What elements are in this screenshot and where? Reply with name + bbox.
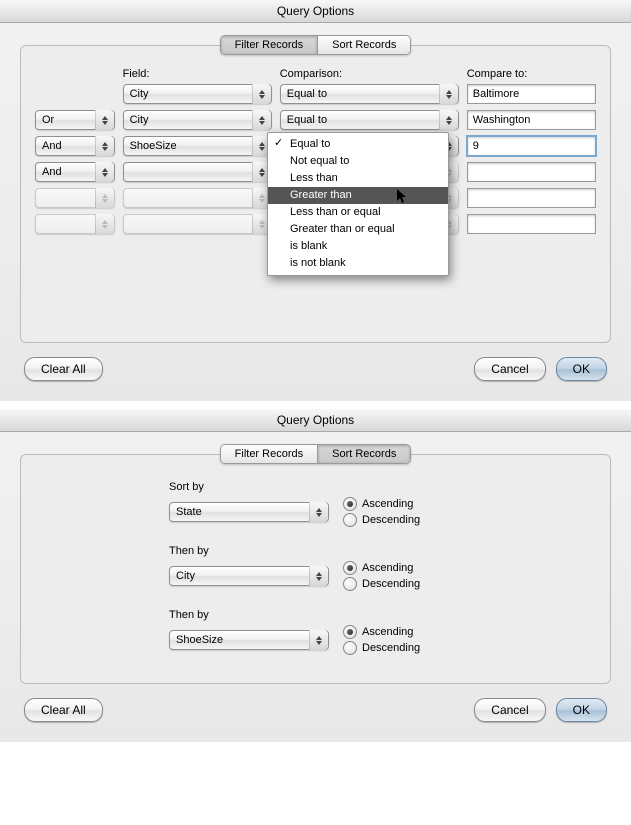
dropdown-option[interactable]: Greater than bbox=[268, 187, 448, 204]
field-select bbox=[123, 214, 272, 234]
field-select[interactable]: City bbox=[123, 84, 272, 104]
tab-sort-records[interactable]: Sort Records bbox=[317, 445, 410, 463]
logic-select[interactable]: And bbox=[35, 162, 115, 182]
updown-stepper-icon bbox=[252, 84, 271, 104]
filter-panel: Field: Comparison: Compare to: CityEqual… bbox=[20, 45, 611, 343]
tab-strip: Filter Records Sort Records bbox=[0, 432, 631, 464]
radio-label: Descending bbox=[362, 514, 420, 526]
compare-to-input[interactable] bbox=[467, 110, 596, 130]
radio-label: Ascending bbox=[362, 626, 413, 638]
updown-stepper-icon bbox=[95, 188, 114, 208]
filter-row: City Equal to bbox=[35, 84, 596, 104]
descending-radio[interactable]: Descending bbox=[343, 513, 420, 527]
dropdown-option[interactable]: Less than bbox=[268, 170, 448, 187]
compare-to-input[interactable] bbox=[467, 136, 596, 156]
compare-to-input[interactable] bbox=[467, 84, 596, 104]
then-by-row: Then by ShoeSize Ascending Descending bbox=[151, 609, 596, 655]
header-compare-to: Compare to: bbox=[467, 68, 596, 80]
dropdown-option[interactable]: is blank bbox=[268, 238, 448, 255]
tab-filter-records[interactable]: Filter Records bbox=[221, 36, 317, 54]
ok-button[interactable]: OK bbox=[556, 357, 607, 381]
dropdown-option[interactable]: is not blank bbox=[268, 255, 448, 272]
updown-stepper-icon bbox=[95, 136, 114, 156]
updown-stepper-icon bbox=[309, 566, 328, 586]
radio-icon bbox=[343, 641, 357, 655]
updown-stepper-icon bbox=[95, 214, 114, 234]
logic-select bbox=[35, 188, 115, 208]
descending-radio[interactable]: Descending bbox=[343, 641, 420, 655]
query-options-window-sort: Query Options Filter Records Sort Record… bbox=[0, 409, 631, 742]
logic-select[interactable]: And bbox=[35, 136, 115, 156]
radio-label: Ascending bbox=[362, 562, 413, 574]
updown-stepper-icon bbox=[95, 110, 114, 130]
clear-all-button[interactable]: Clear All bbox=[24, 698, 103, 722]
tab-sort-records[interactable]: Sort Records bbox=[317, 36, 410, 54]
dropdown-option[interactable]: Greater than or equal bbox=[268, 221, 448, 238]
sort-field-select[interactable]: ShoeSize bbox=[169, 630, 329, 650]
field-select[interactable]: ShoeSize bbox=[123, 136, 272, 156]
radio-icon bbox=[343, 625, 357, 639]
updown-stepper-icon bbox=[309, 502, 328, 522]
cancel-button[interactable]: Cancel bbox=[474, 357, 545, 381]
tab-filter-records[interactable]: Filter Records bbox=[221, 445, 317, 463]
compare-to-input[interactable] bbox=[467, 188, 596, 208]
ascending-radio[interactable]: Ascending bbox=[343, 497, 420, 511]
radio-icon bbox=[343, 561, 357, 575]
field-select[interactable]: City bbox=[123, 110, 272, 130]
sort-by-row: Sort by State Ascending Descending bbox=[151, 481, 596, 527]
field-select bbox=[123, 188, 272, 208]
field-select[interactable] bbox=[123, 162, 272, 182]
radio-icon bbox=[343, 497, 357, 511]
clear-all-button[interactable]: Clear All bbox=[24, 357, 103, 381]
updown-stepper-icon bbox=[95, 162, 114, 182]
comparison-select[interactable]: Equal to bbox=[280, 110, 459, 130]
filter-row: Or City Equal to bbox=[35, 110, 596, 130]
sort-panel: Sort by State Ascending Descending Then by Ci… bbox=[20, 454, 611, 684]
sort-by-label: Sort by bbox=[169, 481, 596, 493]
radio-icon bbox=[343, 513, 357, 527]
sort-field-select[interactable]: State bbox=[169, 502, 329, 522]
updown-stepper-icon bbox=[252, 110, 271, 130]
compare-to-input[interactable] bbox=[467, 214, 596, 234]
radio-label: Descending bbox=[362, 578, 420, 590]
ascending-radio[interactable]: Ascending bbox=[343, 561, 420, 575]
dropdown-option[interactable]: Not equal to bbox=[268, 153, 448, 170]
header-field: Field: bbox=[123, 68, 272, 80]
window-title: Query Options bbox=[0, 409, 631, 432]
comparison-select[interactable]: Equal to bbox=[280, 84, 459, 104]
radio-icon bbox=[343, 577, 357, 591]
radio-label: Descending bbox=[362, 642, 420, 654]
logic-select bbox=[35, 214, 115, 234]
updown-stepper-icon bbox=[309, 630, 328, 650]
compare-to-input[interactable] bbox=[467, 162, 596, 182]
then-by-label: Then by bbox=[169, 545, 596, 557]
comparison-dropdown-menu[interactable]: Equal toNot equal toLess thanGreater tha… bbox=[267, 132, 449, 276]
tab-strip: Filter Records Sort Records bbox=[0, 23, 631, 55]
sort-field-select[interactable]: City bbox=[169, 566, 329, 586]
updown-stepper-icon bbox=[439, 84, 458, 104]
query-options-window-filter: Query Options Filter Records Sort Record… bbox=[0, 0, 631, 401]
updown-stepper-icon bbox=[439, 110, 458, 130]
header-comparison: Comparison: bbox=[280, 68, 459, 80]
radio-label: Ascending bbox=[362, 498, 413, 510]
dropdown-option[interactable]: Less than or equal bbox=[268, 204, 448, 221]
window-title: Query Options bbox=[0, 0, 631, 23]
descending-radio[interactable]: Descending bbox=[343, 577, 420, 591]
then-by-label: Then by bbox=[169, 609, 596, 621]
cancel-button[interactable]: Cancel bbox=[474, 698, 545, 722]
dropdown-option[interactable]: Equal to bbox=[268, 136, 448, 153]
then-by-row: Then by City Ascending Descending bbox=[151, 545, 596, 591]
logic-select[interactable]: Or bbox=[35, 110, 115, 130]
ok-button[interactable]: OK bbox=[556, 698, 607, 722]
ascending-radio[interactable]: Ascending bbox=[343, 625, 420, 639]
